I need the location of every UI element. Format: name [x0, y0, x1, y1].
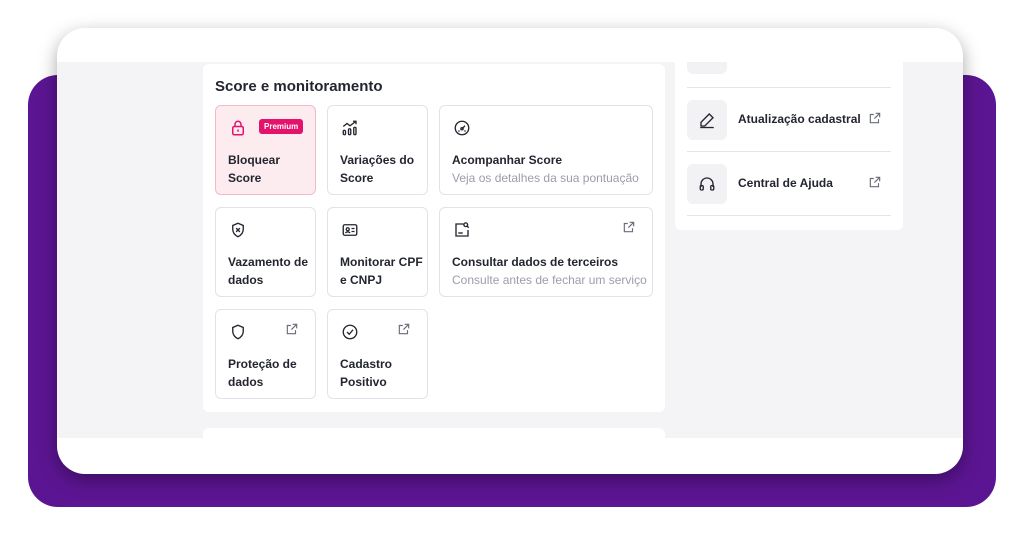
document-search-icon	[452, 220, 472, 240]
gauge-icon	[452, 118, 472, 138]
shield-x-icon	[228, 220, 248, 240]
tile-variacoes-score[interactable]: Variações do Score	[327, 105, 428, 195]
tile-label: Consultar dados de terceiros	[452, 255, 619, 269]
score-monitoring-panel: Score e monitoramento Premium Bloquear S…	[203, 64, 665, 412]
quick-links-sidebar: Atualização cadastral Central de Ajuda	[675, 62, 903, 230]
sidebar-item-central-ajuda[interactable]: Central de Ajuda	[687, 152, 891, 216]
page-content: Score e monitoramento Premium Bloquear S…	[57, 62, 963, 448]
shield-icon	[228, 322, 248, 342]
tile-label: Monitorar CPF e CNPJ	[340, 255, 423, 287]
tile-vazamento-dados[interactable]: Vazamento de dados	[215, 207, 316, 297]
next-panel	[203, 428, 665, 448]
tile-bloquear-score[interactable]: Premium Bloquear Score	[215, 105, 316, 195]
section-title: Score e monitoramento	[215, 78, 383, 95]
tile-description: Consulte antes de fechar um serviço	[452, 273, 647, 287]
headphones-icon	[687, 164, 727, 204]
sidebar-item-label: Atualização cadastral	[738, 112, 861, 126]
premium-badge: Premium	[259, 119, 304, 134]
lock-icon	[228, 118, 248, 138]
external-link-icon	[868, 111, 884, 127]
tile-cadastro-positivo[interactable]: Cadastro Positivo	[327, 309, 428, 399]
tile-label: Acompanhar Score	[452, 153, 563, 167]
external-link-icon	[622, 220, 638, 236]
tile-protecao-dados[interactable]: Proteção de dados	[215, 309, 316, 399]
tile-description: Veja os detalhes da sua pontuação	[452, 171, 639, 185]
external-link-icon	[868, 175, 884, 191]
tile-consultar-terceiros[interactable]: Consultar dados de terceiros Consulte an…	[439, 207, 653, 297]
sidebar-item-partial[interactable]	[687, 62, 891, 88]
tile-label: Variações do Score	[340, 153, 415, 185]
tile-acompanhar-score[interactable]: Acompanhar Score Veja os detalhes da sua…	[439, 105, 653, 195]
tile-label: Vazamento de dados	[228, 255, 309, 287]
sidebar-item-atualizacao-cadastral[interactable]: Atualização cadastral	[687, 88, 891, 152]
tile-label: Cadastro Positivo	[340, 357, 393, 389]
tile-label: Proteção de dados	[228, 357, 297, 389]
sidebar-item-label: Central de Ajuda	[738, 176, 833, 190]
external-link-icon	[397, 322, 413, 338]
app-window: Score e monitoramento Premium Bloquear S…	[57, 28, 963, 474]
chart-trend-icon	[340, 118, 360, 138]
icon-box	[687, 62, 727, 74]
check-circle-icon	[340, 322, 360, 342]
pencil-icon	[687, 100, 727, 140]
tile-label: Bloquear Score	[228, 153, 281, 185]
id-card-icon	[340, 220, 360, 240]
tile-monitorar-cpf-cnpj[interactable]: Monitorar CPF e CNPJ	[327, 207, 428, 297]
external-link-icon	[285, 322, 301, 338]
